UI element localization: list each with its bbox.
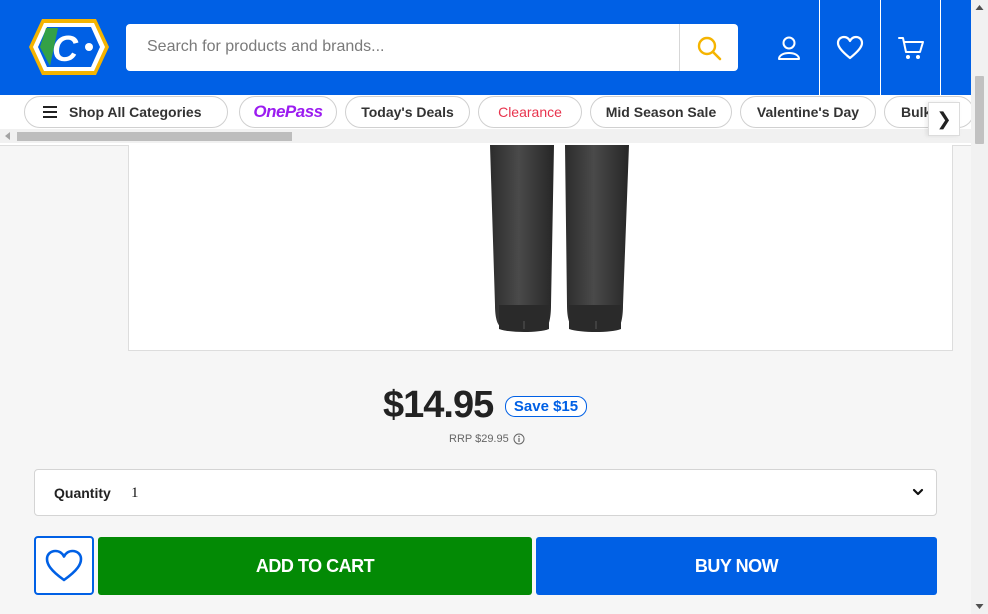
- category-nav: Shop All Categories OnePass Today's Deal…: [0, 95, 971, 146]
- heart-icon: [836, 35, 864, 59]
- rrp-price: RRP $29.95: [449, 433, 525, 445]
- logo-letter: C: [52, 28, 79, 69]
- vertical-scrollbar[interactable]: [971, 0, 988, 614]
- vertical-scrollbar-thumb[interactable]: [975, 76, 984, 144]
- horizontal-scrollbar-thumb[interactable]: [17, 132, 292, 141]
- savings-label: Save $15: [513, 398, 579, 415]
- quantity-select[interactable]: Quantity 1: [34, 469, 937, 516]
- heart-icon: [45, 549, 83, 581]
- info-icon[interactable]: [513, 433, 525, 445]
- quantity-label: Quantity: [54, 485, 111, 501]
- shop-all-categories-label: Shop All Categories: [69, 104, 202, 120]
- rrp-label: RRP $29.95: [449, 433, 509, 445]
- account-button[interactable]: [758, 0, 819, 95]
- scroll-up-arrow-icon[interactable]: [971, 2, 988, 14]
- cart-icon: [897, 36, 924, 59]
- account-icon: [777, 36, 800, 60]
- product-image-frame[interactable]: [128, 145, 953, 351]
- search-button[interactable]: [679, 24, 738, 71]
- shop-all-categories-button[interactable]: Shop All Categories: [24, 96, 228, 128]
- site-header: C Search for products and brands...: [0, 0, 971, 95]
- nav-pill-valentines-day[interactable]: Valentine's Day: [740, 96, 876, 128]
- nav-next-button[interactable]: ❯: [928, 102, 960, 136]
- scroll-down-arrow-icon[interactable]: [971, 600, 988, 612]
- wishlist-button[interactable]: [820, 0, 880, 95]
- nav-pill-todays-deals[interactable]: Today's Deals: [345, 96, 470, 128]
- chevron-down-icon: [912, 488, 924, 496]
- bulk-label: Bulk: [901, 104, 932, 120]
- chevron-right-icon: ❯: [936, 108, 952, 129]
- clearance-label: Clearance: [498, 104, 562, 120]
- buy-now-label: BUY NOW: [694, 555, 779, 576]
- search-bar[interactable]: Search for products and brands...: [126, 24, 738, 71]
- add-to-cart-button[interactable]: ADD TO CART: [98, 537, 532, 595]
- add-to-wishlist-button[interactable]: [34, 536, 94, 595]
- savings-badge: Save $15: [505, 396, 587, 417]
- quantity-value[interactable]: 1: [131, 485, 139, 502]
- buy-now-button[interactable]: BUY NOW: [536, 537, 937, 595]
- scroll-left-arrow-icon[interactable]: [4, 132, 12, 140]
- hamburger-menu-icon: [43, 106, 57, 118]
- nav-pill-onepass[interactable]: OnePass: [239, 96, 337, 128]
- header-divider: [940, 0, 941, 95]
- kmart-catch-logo[interactable]: C: [28, 16, 110, 78]
- nav-pill-mid-season-sale[interactable]: Mid Season Sale: [590, 96, 732, 128]
- add-to-cart-label: ADD TO CART: [255, 555, 375, 576]
- product-price: $14.95: [383, 384, 494, 426]
- todays-deals-label: Today's Deals: [361, 104, 454, 120]
- onepass-label: OnePass: [253, 102, 323, 121]
- search-input[interactable]: Search for products and brands...: [147, 38, 384, 56]
- cart-button[interactable]: [881, 0, 940, 95]
- horizontal-scrollbar[interactable]: [0, 129, 971, 143]
- product-image: [490, 145, 629, 332]
- search-icon: [697, 36, 722, 60]
- mid-season-sale-label: Mid Season Sale: [605, 104, 717, 120]
- nav-pill-clearance[interactable]: Clearance: [478, 96, 582, 128]
- valentines-day-label: Valentine's Day: [756, 104, 860, 120]
